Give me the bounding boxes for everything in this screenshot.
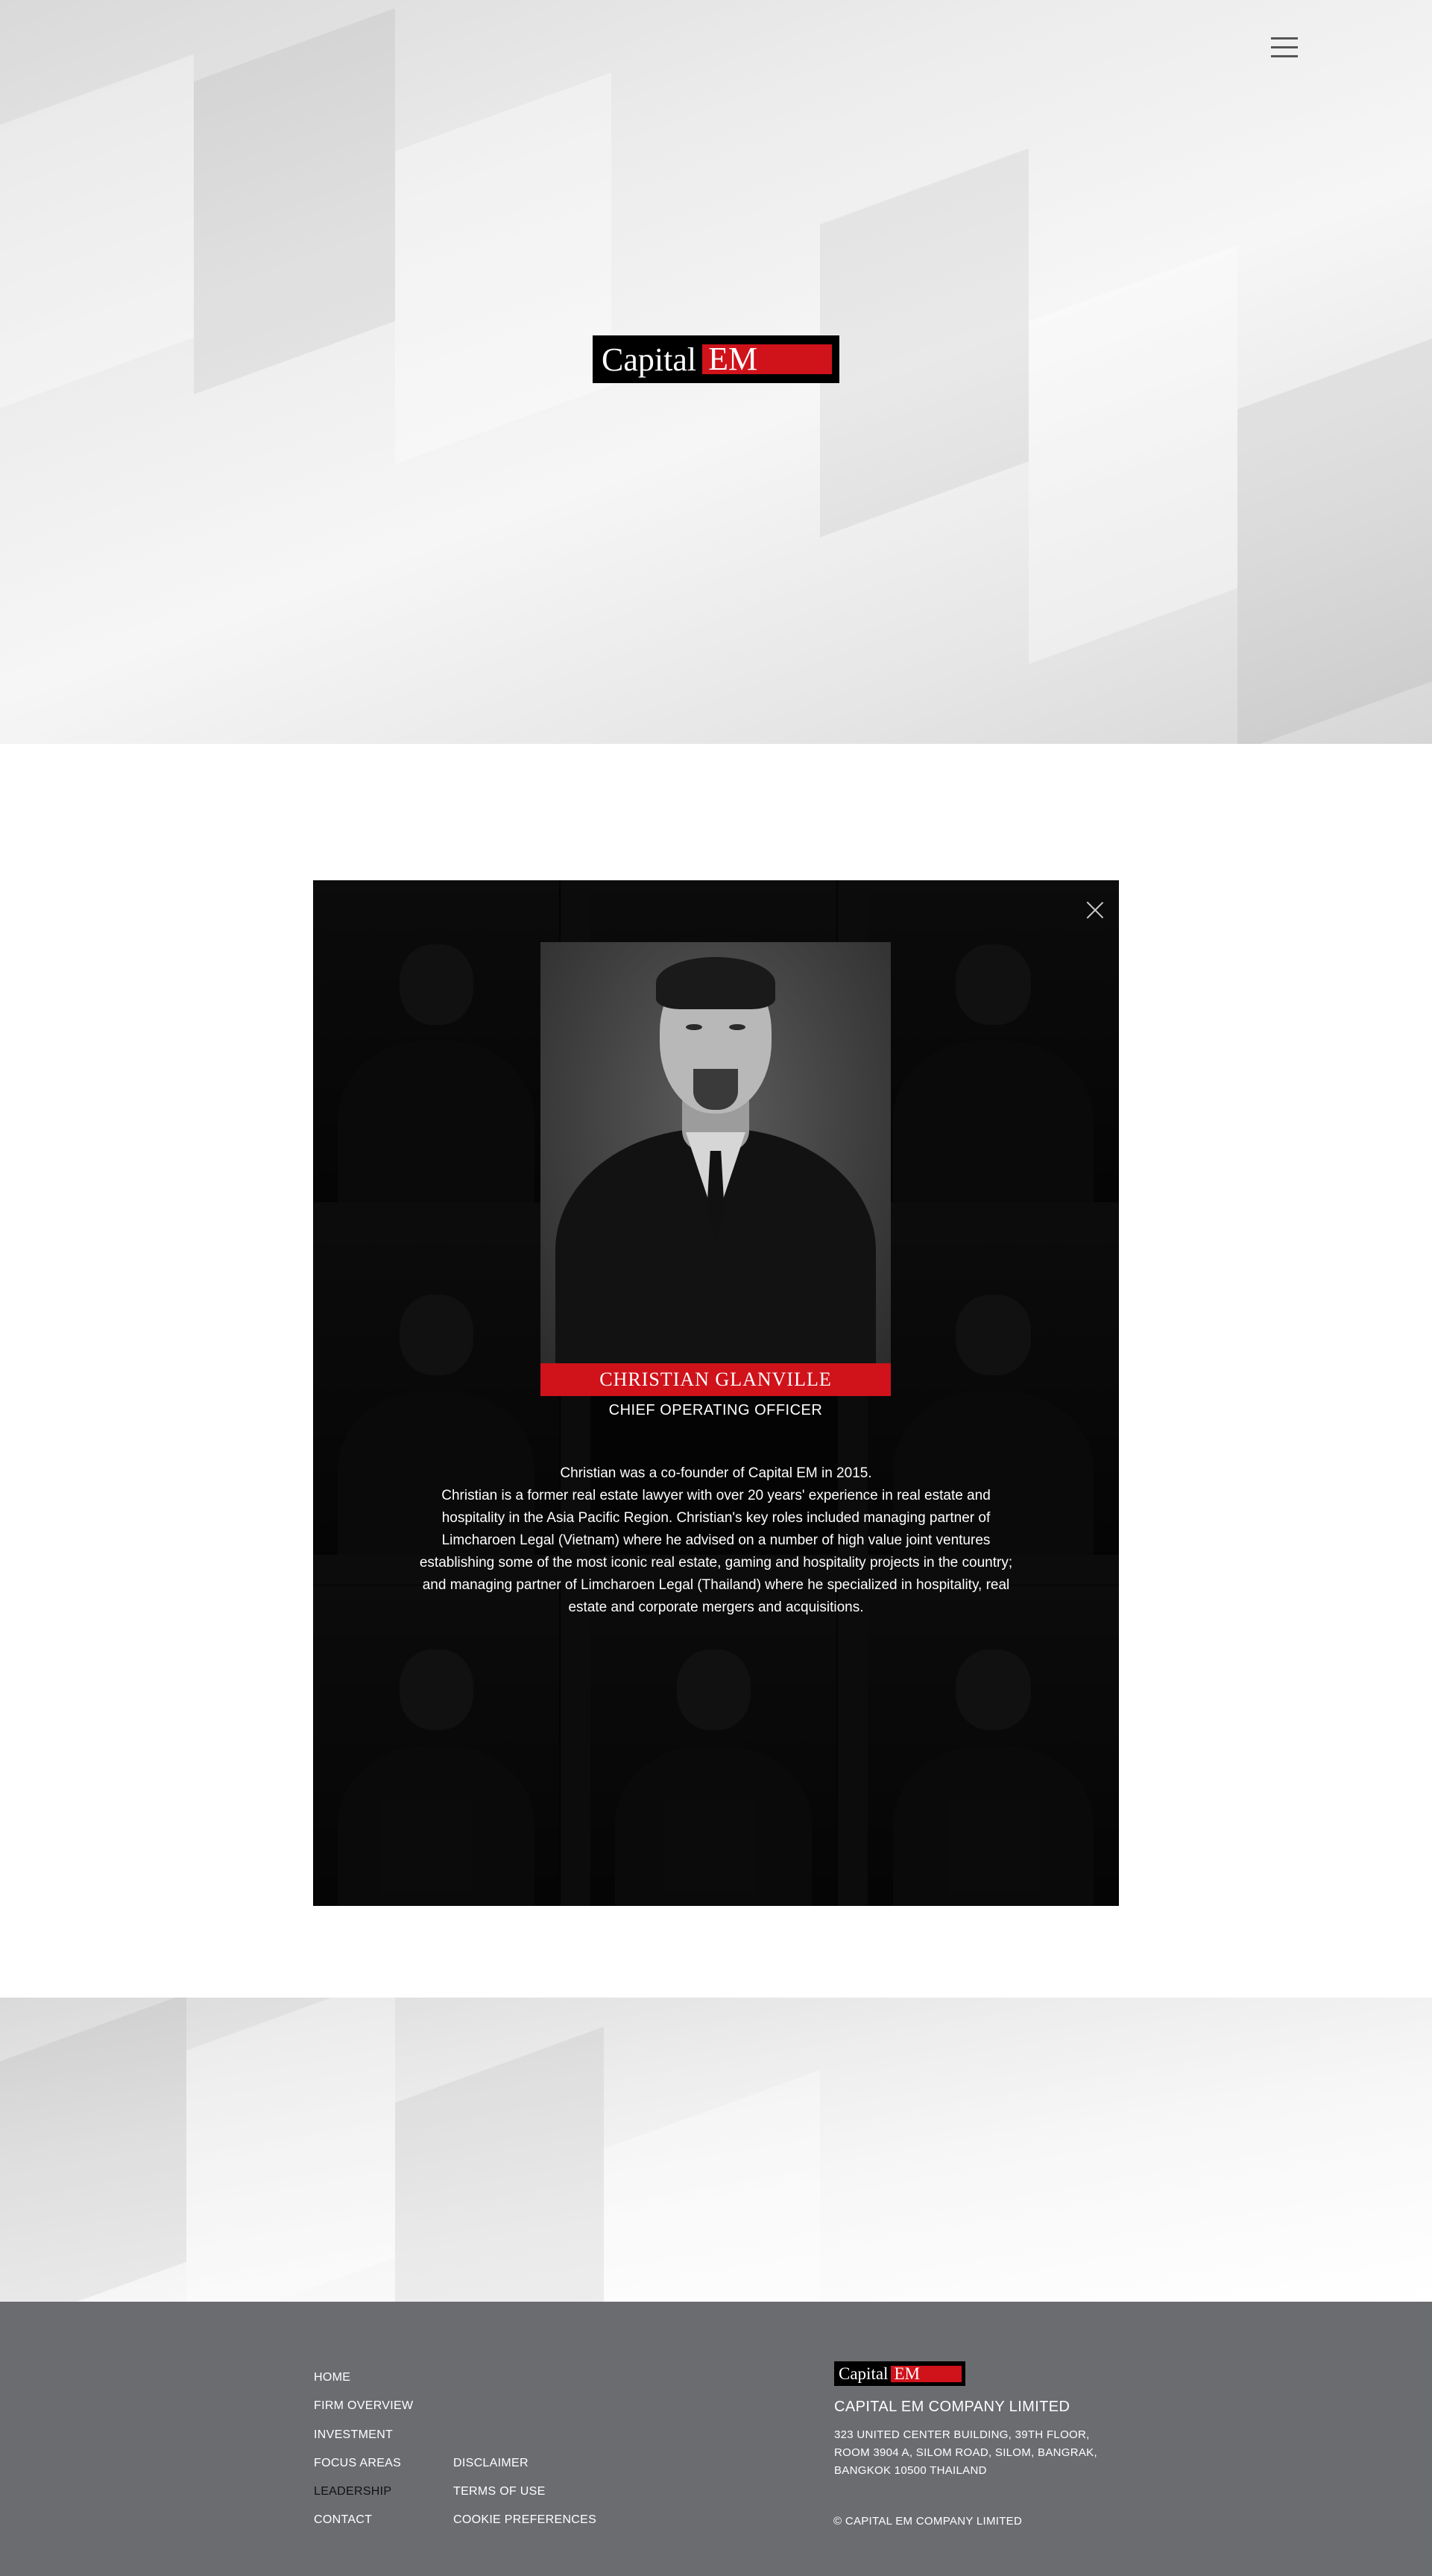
footer-link-cookie-preferences[interactable]: COOKIE PREFERENCES bbox=[453, 2513, 596, 2527]
background-facet bbox=[1237, 335, 1432, 744]
company-address: 323 UNITED CENTER BUILDING, 39TH FLOOR, … bbox=[834, 2426, 1097, 2480]
site-logo[interactable]: Capital EM bbox=[593, 335, 839, 383]
logo-word: Capital bbox=[602, 341, 697, 378]
menu-icon-bar bbox=[1271, 55, 1298, 57]
background-facet bbox=[395, 72, 611, 464]
menu-button[interactable] bbox=[1271, 37, 1298, 58]
leadership-profile-modal: CHRISTIAN GLANVILLE CHIEF OPERATING OFFI… bbox=[313, 880, 1119, 1906]
address-line: BANGKOK 10500 THAILAND bbox=[834, 2464, 987, 2477]
hamburger-menu-icon bbox=[1271, 37, 1298, 40]
site-footer bbox=[0, 2302, 1432, 2576]
company-name: CAPITAL EM COMPANY LIMITED bbox=[834, 2399, 1070, 2415]
footer-link-firm-overview[interactable]: FIRM OVERVIEW bbox=[314, 2399, 413, 2413]
copyright: © CAPITAL EM COMPANY LIMITED bbox=[833, 2515, 1023, 2528]
footer-link-contact[interactable]: CONTACT bbox=[314, 2513, 372, 2527]
footer-link-terms[interactable]: TERMS OF USE bbox=[453, 2485, 546, 2498]
address-line: ROOM 3904 A, SILOM ROAD, SILOM, BANGRAK, bbox=[834, 2446, 1097, 2459]
close-icon[interactable] bbox=[1084, 899, 1106, 921]
address-line: 323 UNITED CENTER BUILDING, 39TH FLOOR, bbox=[834, 2428, 1090, 2441]
background-facet bbox=[1029, 245, 1237, 664]
footer-logo[interactable]: Capital EM bbox=[834, 2361, 965, 2386]
logo-mark: EM bbox=[702, 343, 832, 376]
menu-icon-bar bbox=[1271, 46, 1298, 48]
background-facet bbox=[194, 7, 395, 395]
profile-photo bbox=[540, 942, 891, 1363]
background-facet bbox=[604, 2070, 820, 2302]
background-facet bbox=[0, 54, 194, 408]
logo-word: Capital bbox=[839, 2364, 889, 2383]
profile-bio: Christian was a co-founder of Capital EM… bbox=[410, 1462, 1022, 1619]
footer-link-disclaimer[interactable]: DISCLAIMER bbox=[453, 2457, 529, 2470]
profile-role: CHIEF OPERATING OFFICER bbox=[608, 1402, 823, 1418]
background-facet bbox=[0, 1998, 186, 2302]
logo-mark: EM bbox=[891, 2365, 962, 2382]
background-facet bbox=[395, 2027, 604, 2302]
footer-link-leadership[interactable]: LEADERSHIP bbox=[314, 2485, 391, 2498]
footer-link-focus-areas[interactable]: FOCUS AREAS bbox=[314, 2457, 401, 2470]
decorative-band bbox=[0, 1998, 1432, 2302]
profile-name: CHRISTIAN GLANVILLE bbox=[540, 1363, 891, 1396]
background-facet bbox=[820, 148, 1029, 537]
footer-link-investment[interactable]: INVESTMENT bbox=[314, 2428, 393, 2442]
footer-link-home[interactable]: HOME bbox=[314, 2371, 350, 2384]
background-facet bbox=[186, 1998, 395, 2302]
bio-paragraph: Christian was a co-founder of Capital EM… bbox=[560, 1465, 872, 1481]
bio-paragraph: Christian is a former real estate lawyer… bbox=[419, 1488, 1013, 1615]
